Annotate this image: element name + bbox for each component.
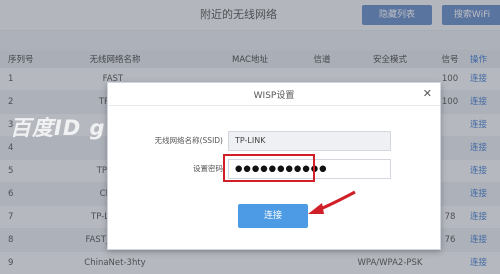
pointer-arrow-icon — [308, 190, 356, 214]
